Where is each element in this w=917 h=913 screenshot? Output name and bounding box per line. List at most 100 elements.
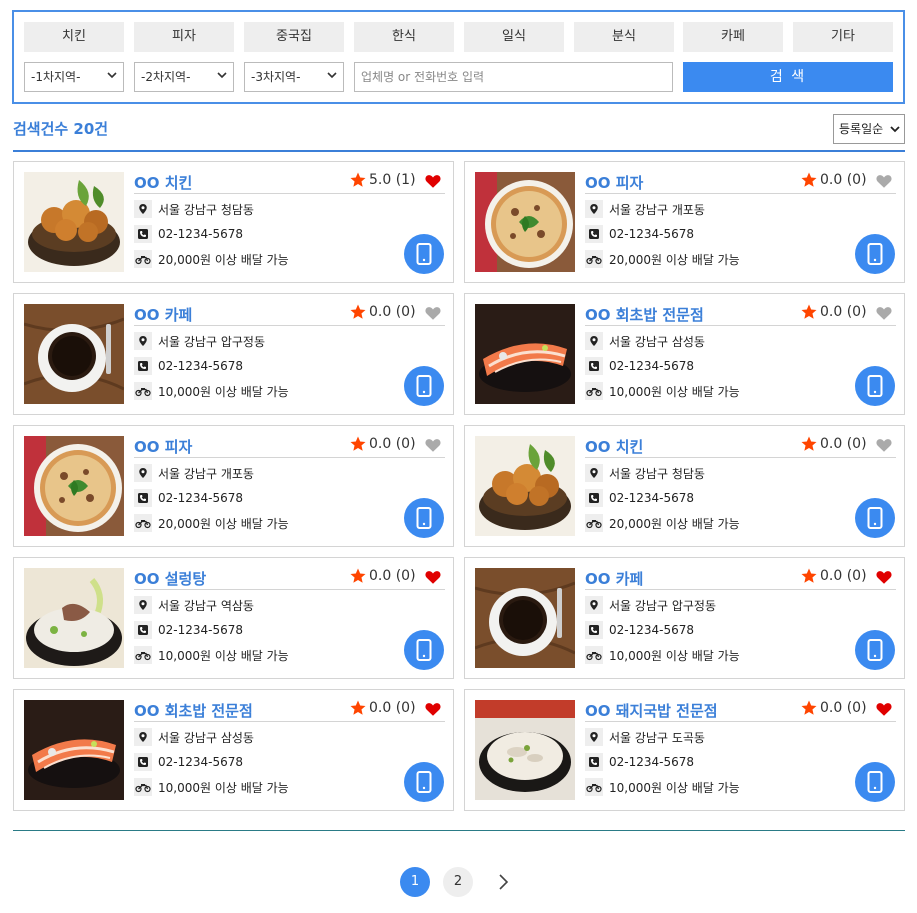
- region-1-select[interactable]: -1차지역-: [24, 62, 124, 92]
- chicken-photo[interactable]: [475, 436, 575, 536]
- call-button[interactable]: [404, 762, 444, 802]
- address-text: 서울 강남구 도곡동: [609, 730, 705, 745]
- category-chinese-button[interactable]: 중국집: [244, 22, 344, 52]
- category-pizza-button[interactable]: 피자: [134, 22, 234, 52]
- phone-icon-box: [585, 621, 603, 639]
- store-address: 서울 강남구 청담동: [134, 200, 254, 218]
- category-chicken-button[interactable]: 치킨: [24, 22, 124, 52]
- listing-card[interactable]: OO 카페 0.0 (0) 서울 강남구 압구정동 02-1234-5678 10,00…: [13, 293, 454, 415]
- store-name[interactable]: OO 카페: [585, 568, 643, 589]
- coffee-photo[interactable]: [24, 304, 124, 404]
- call-button[interactable]: [855, 366, 895, 406]
- call-button[interactable]: [404, 366, 444, 406]
- listing-card[interactable]: OO 돼지국밥 전문점 0.0 (0) 서울 강남구 도곡동 02-1234-5678…: [464, 689, 905, 811]
- heart-filled-icon[interactable]: [424, 700, 442, 718]
- search-button[interactable]: 검 색: [683, 62, 893, 92]
- phone-text: 02-1234-5678: [609, 359, 695, 373]
- coffee-photo[interactable]: [475, 568, 575, 668]
- phone-text: 02-1234-5678: [158, 227, 244, 241]
- star-icon: [350, 568, 366, 583]
- chevron-down-icon: [107, 72, 117, 79]
- call-button[interactable]: [855, 498, 895, 538]
- pizza-photo[interactable]: [475, 172, 575, 272]
- region-2-select[interactable]: -2차지역-: [134, 62, 234, 92]
- sort-value: 등록일순: [839, 122, 884, 136]
- listing-card[interactable]: OO 치킨 5.0 (1) 서울 강남구 청담동 02-1234-5678 20,000…: [13, 161, 454, 283]
- store-rating: 0.0 (0): [800, 303, 867, 321]
- call-button[interactable]: [404, 630, 444, 670]
- motorcycle-icon: [586, 652, 602, 661]
- listing-card[interactable]: OO 설렁탕 0.0 (0) 서울 강남구 역삼동 02-1234-5678 10,00…: [13, 557, 454, 679]
- store-name[interactable]: OO 치킨: [585, 436, 643, 457]
- heart-filled-icon[interactable]: [875, 568, 893, 586]
- category-other-button[interactable]: 기타: [793, 22, 893, 52]
- location-pin-icon: [139, 204, 147, 214]
- rating-value: 0.0 (0): [820, 172, 867, 188]
- sort-select[interactable]: 등록일순: [833, 114, 905, 144]
- region-3-select[interactable]: -3차지역-: [244, 62, 344, 92]
- mobile-phone-icon: [867, 375, 883, 397]
- heart-outline-icon[interactable]: [875, 172, 893, 190]
- category-cafe-button[interactable]: 카페: [683, 22, 783, 52]
- store-name[interactable]: OO 설렁탕: [134, 568, 206, 589]
- listing-card[interactable]: OO 카페 0.0 (0) 서울 강남구 압구정동 02-1234-5678 10,00…: [464, 557, 905, 679]
- store-phone: 02-1234-5678: [134, 225, 243, 243]
- listing-card[interactable]: OO 피자 0.0 (0) 서울 강남구 개포동 02-1234-5678 20,000…: [13, 425, 454, 547]
- delivery-icon-box: [134, 514, 152, 532]
- chicken-photo[interactable]: [24, 172, 124, 272]
- page-2-button[interactable]: 2: [443, 867, 473, 897]
- store-name[interactable]: OO 치킨: [134, 172, 192, 193]
- chevron-down-icon: [217, 72, 227, 79]
- address-text: 서울 강남구 삼성동: [158, 730, 254, 745]
- listing-card[interactable]: OO 피자 0.0 (0) 서울 강남구 개포동 02-1234-5678 20,000…: [464, 161, 905, 283]
- phone-icon: [589, 229, 599, 239]
- delivery-text: 20,000원 이상 배달 가능: [609, 252, 740, 267]
- call-button[interactable]: [855, 762, 895, 802]
- store-name[interactable]: OO 돼지국밥 전문점: [585, 700, 718, 721]
- call-button[interactable]: [404, 234, 444, 274]
- listing-card[interactable]: OO 회초밥 전문점 0.0 (0) 서울 강남구 삼성동 02-1234-5678 1…: [13, 689, 454, 811]
- heart-outline-icon[interactable]: [424, 304, 442, 322]
- store-rating: 0.0 (0): [349, 435, 416, 453]
- delivery-icon-box: [134, 382, 152, 400]
- store-name[interactable]: OO 카페: [134, 304, 192, 325]
- mobile-phone-icon: [416, 771, 432, 793]
- search-panel: 치킨 피자 중국집 한식 일식 분식 카페 기타 -1차지역- -2차지역- -…: [12, 10, 905, 104]
- gukbap-photo[interactable]: [475, 700, 575, 800]
- page-1-button[interactable]: 1: [400, 867, 430, 897]
- store-name[interactable]: OO 피자: [585, 172, 643, 193]
- phone-icon: [589, 625, 599, 635]
- call-button[interactable]: [404, 498, 444, 538]
- motorcycle-icon: [135, 388, 151, 397]
- heart-filled-icon[interactable]: [424, 172, 442, 190]
- delivery-icon-box: [134, 250, 152, 268]
- category-snack-button[interactable]: 분식: [574, 22, 674, 52]
- store-name[interactable]: OO 회초밥 전문점: [134, 700, 253, 721]
- search-input[interactable]: 업체명 or 전화번호 입력: [354, 62, 673, 92]
- store-name[interactable]: OO 피자: [134, 436, 192, 457]
- call-button[interactable]: [855, 630, 895, 670]
- listing-card[interactable]: OO 회초밥 전문점 0.0 (0) 서울 강남구 삼성동 02-1234-5678 1…: [464, 293, 905, 415]
- star-icon: [350, 700, 366, 715]
- star-icon: [801, 436, 817, 451]
- chevron-right-icon[interactable]: [494, 873, 512, 891]
- store-delivery: 10,000원 이상 배달 가능: [585, 382, 740, 400]
- listing-card[interactable]: OO 치킨 0.0 (0) 서울 강남구 청담동 02-1234-5678 20,000…: [464, 425, 905, 547]
- heart-outline-icon[interactable]: [424, 436, 442, 454]
- heart-outline-icon[interactable]: [875, 304, 893, 322]
- store-name[interactable]: OO 회초밥 전문점: [585, 304, 704, 325]
- soup-photo[interactable]: [24, 568, 124, 668]
- sashimi-photo[interactable]: [475, 304, 575, 404]
- sashimi-photo[interactable]: [24, 700, 124, 800]
- heart-filled-icon[interactable]: [875, 700, 893, 718]
- heart-outline-icon[interactable]: [875, 436, 893, 454]
- divider: [134, 193, 445, 194]
- delivery-text: 10,000원 이상 배달 가능: [158, 384, 289, 399]
- category-japanese-button[interactable]: 일식: [464, 22, 564, 52]
- category-korean-button[interactable]: 한식: [354, 22, 454, 52]
- heart-filled-icon[interactable]: [424, 568, 442, 586]
- motorcycle-icon: [586, 256, 602, 265]
- mobile-phone-icon: [867, 243, 883, 265]
- pizza-photo[interactable]: [24, 436, 124, 536]
- call-button[interactable]: [855, 234, 895, 274]
